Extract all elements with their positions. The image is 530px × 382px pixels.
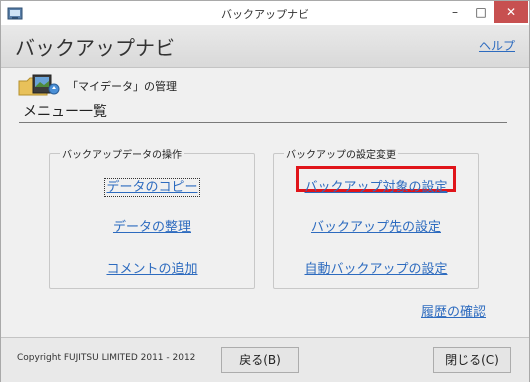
close-window-button[interactable]: ✕	[494, 1, 528, 23]
footer: Copyright FUJITSU LIMITED 2011 - 2012 戻る…	[1, 337, 529, 382]
backup-destination-settings-link[interactable]: バックアップ先の設定	[274, 216, 478, 235]
back-button[interactable]: 戻る(B)	[221, 347, 299, 373]
group-data-operations: バックアップデータの操作 データのコピー データの整理 コメントの追加	[49, 146, 255, 289]
organize-data-link[interactable]: データの整理	[50, 216, 254, 235]
divider	[19, 122, 507, 123]
history-link[interactable]: 履歴の確認	[421, 301, 486, 320]
close-button[interactable]: 閉じる(C)	[433, 347, 511, 373]
mydata-label: 「マイデータ」の管理	[67, 80, 177, 93]
backup-target-settings-link[interactable]: バックアップ対象の設定	[274, 176, 478, 195]
help-link[interactable]: ヘルプ	[479, 37, 515, 54]
mydata-folder-icon	[18, 74, 60, 96]
app-window: バックアップナビ – □ ✕ バックアップナビ ヘルプ 「マイデータ」の管理 メ…	[0, 0, 530, 382]
title-bar: バックアップナビ – □ ✕	[1, 1, 529, 25]
group-label-data-operations: バックアップデータの操作	[60, 146, 184, 161]
page-title: バックアップナビ	[15, 36, 175, 60]
mydata-section: 「マイデータ」の管理	[17, 73, 317, 99]
maximize-button[interactable]: □	[468, 1, 494, 23]
group-backup-settings: バックアップの設定変更 バックアップ対象の設定 バックアップ先の設定 自動バック…	[273, 146, 479, 289]
menu-title: メニュー一覧	[23, 104, 107, 120]
app-header: バックアップナビ ヘルプ	[1, 25, 529, 68]
add-comment-link[interactable]: コメントの追加	[50, 258, 254, 277]
copyright-text: Copyright FUJITSU LIMITED 2011 - 2012	[17, 353, 196, 363]
group-label-backup-settings: バックアップの設定変更	[284, 146, 398, 161]
copy-data-link[interactable]: データのコピー	[104, 178, 200, 197]
auto-backup-settings-link[interactable]: 自動バックアップの設定	[274, 258, 478, 277]
minimize-button[interactable]: –	[442, 1, 468, 23]
